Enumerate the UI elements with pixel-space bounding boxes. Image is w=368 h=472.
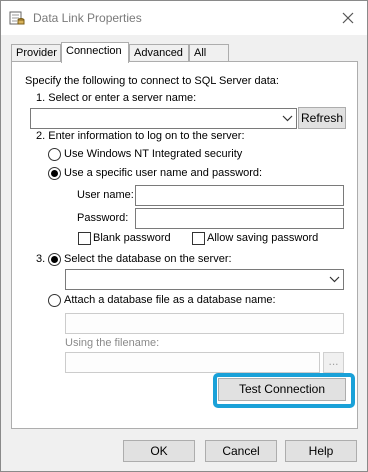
cancel-button[interactable]: Cancel xyxy=(205,440,277,462)
tab-provider[interactable]: Provider xyxy=(11,44,61,62)
chevron-down-icon[interactable] xyxy=(326,270,343,289)
select-database-radio[interactable] xyxy=(48,253,61,266)
select-database-label[interactable]: Select the database on the server: xyxy=(64,253,232,265)
attach-database-file-label[interactable]: Attach a database file as a database nam… xyxy=(64,294,276,306)
dialog-button-bar: OK Cancel Help xyxy=(1,433,367,471)
ok-button[interactable]: OK xyxy=(123,440,195,462)
browse-button[interactable]: ... xyxy=(323,352,344,373)
password-label: Password: xyxy=(77,212,129,224)
help-button[interactable]: Help xyxy=(285,440,357,462)
blank-password-label[interactable]: Blank password xyxy=(93,232,171,244)
user-name-field[interactable] xyxy=(135,185,344,206)
attach-database-file-radio[interactable] xyxy=(48,294,61,307)
step3-label: 3. xyxy=(36,253,46,265)
windows-nt-security-radio[interactable] xyxy=(48,148,61,161)
filename-field[interactable] xyxy=(65,352,320,373)
specific-user-label[interactable]: Use a specific user name and password: xyxy=(64,167,262,179)
using-filename-label: Using the filename: xyxy=(65,337,160,349)
password-field[interactable] xyxy=(135,208,344,229)
window-title: Data Link Properties xyxy=(33,11,142,25)
tab-advanced[interactable]: Advanced xyxy=(129,44,189,62)
user-name-label: User name: xyxy=(77,189,134,201)
specific-user-radio[interactable] xyxy=(48,167,61,180)
database-combo[interactable] xyxy=(65,269,344,290)
tab-connection[interactable]: Connection xyxy=(61,42,129,63)
tab-all[interactable]: All xyxy=(189,44,229,62)
allow-saving-password-checkbox[interactable] xyxy=(192,232,205,245)
data-link-properties-dialog: Data Link Properties Provider Connection… xyxy=(0,0,368,472)
allow-saving-password-label[interactable]: Allow saving password xyxy=(207,232,318,244)
intro-text: Specify the following to connect to SQL … xyxy=(25,75,279,87)
refresh-button[interactable]: Refresh xyxy=(298,107,346,129)
attach-database-name-field[interactable] xyxy=(65,313,344,334)
chevron-down-icon[interactable] xyxy=(279,109,296,128)
data-link-icon xyxy=(9,10,25,26)
blank-password-checkbox[interactable] xyxy=(78,232,91,245)
windows-nt-security-label[interactable]: Use Windows NT Integrated security xyxy=(64,148,242,160)
title-bar: Data Link Properties xyxy=(1,1,367,35)
close-icon[interactable] xyxy=(335,5,361,31)
server-name-combo[interactable] xyxy=(30,108,297,129)
step2-label: 2. Enter information to log on to the se… xyxy=(36,130,245,142)
test-connection-highlight xyxy=(213,373,355,408)
step1-label: 1. Select or enter a server name: xyxy=(36,92,197,104)
